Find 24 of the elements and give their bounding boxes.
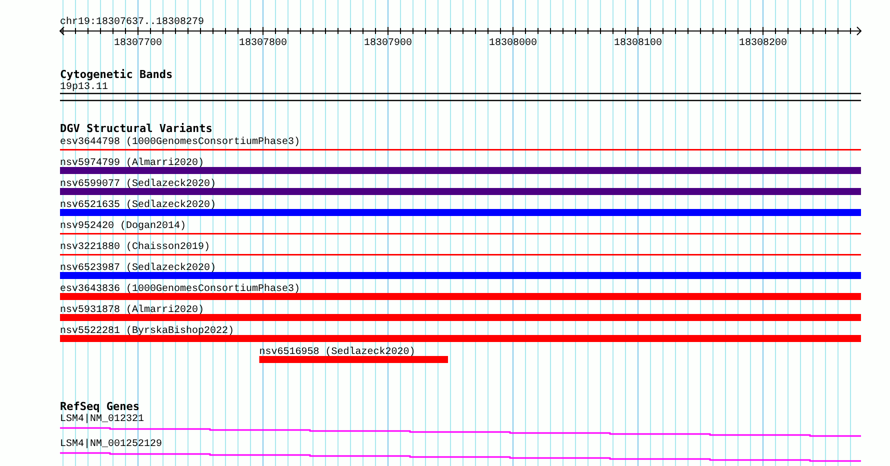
tick-label: 18307900 [364, 38, 412, 49]
tick-label: 18308000 [489, 38, 537, 49]
tick-label: 18308100 [614, 38, 662, 49]
variant-label: nsv952420 (Dogan2014) [60, 221, 186, 232]
variant-label: nsv6599077 (Sedlazeck2020) [60, 179, 216, 190]
band-label: 19p13.11 [60, 82, 108, 93]
variant-label: nsv6523987 (Sedlazeck2020) [60, 263, 216, 274]
gene-label: LSM4|NM_012321 [60, 414, 144, 425]
variant-label: esv3643836 (1000GenomesConsortiumPhase3) [60, 284, 300, 295]
track-title: Cytogenetic Bands [60, 68, 173, 81]
variant-label: nsv5522281 (ByrskaBishop2022) [60, 326, 234, 337]
variant-label: nsv3221880 (Chaisson2019) [60, 242, 210, 253]
track-title: RefSeq Genes [60, 400, 140, 413]
tick-label: 18308200 [739, 38, 787, 49]
gene-label: LSM4|NM_001252129 [60, 439, 162, 450]
variant-label: esv3644798 (1000GenomesConsortiumPhase3) [60, 137, 300, 148]
track-title: DGV Structural Variants [60, 122, 212, 135]
variant-label: nsv6516958 (Sedlazeck2020) [259, 347, 416, 358]
variant-label: nsv5974799 (Almarri2020) [60, 158, 204, 169]
variant-label: nsv6521635 (Sedlazeck2020) [60, 200, 216, 211]
region-label: chr19:18307637..18308279 [60, 17, 204, 28]
tick-label: 18307800 [239, 38, 287, 49]
tick-label: 18307700 [114, 38, 162, 49]
variant-label: nsv5931878 (Almarri2020) [60, 305, 204, 316]
